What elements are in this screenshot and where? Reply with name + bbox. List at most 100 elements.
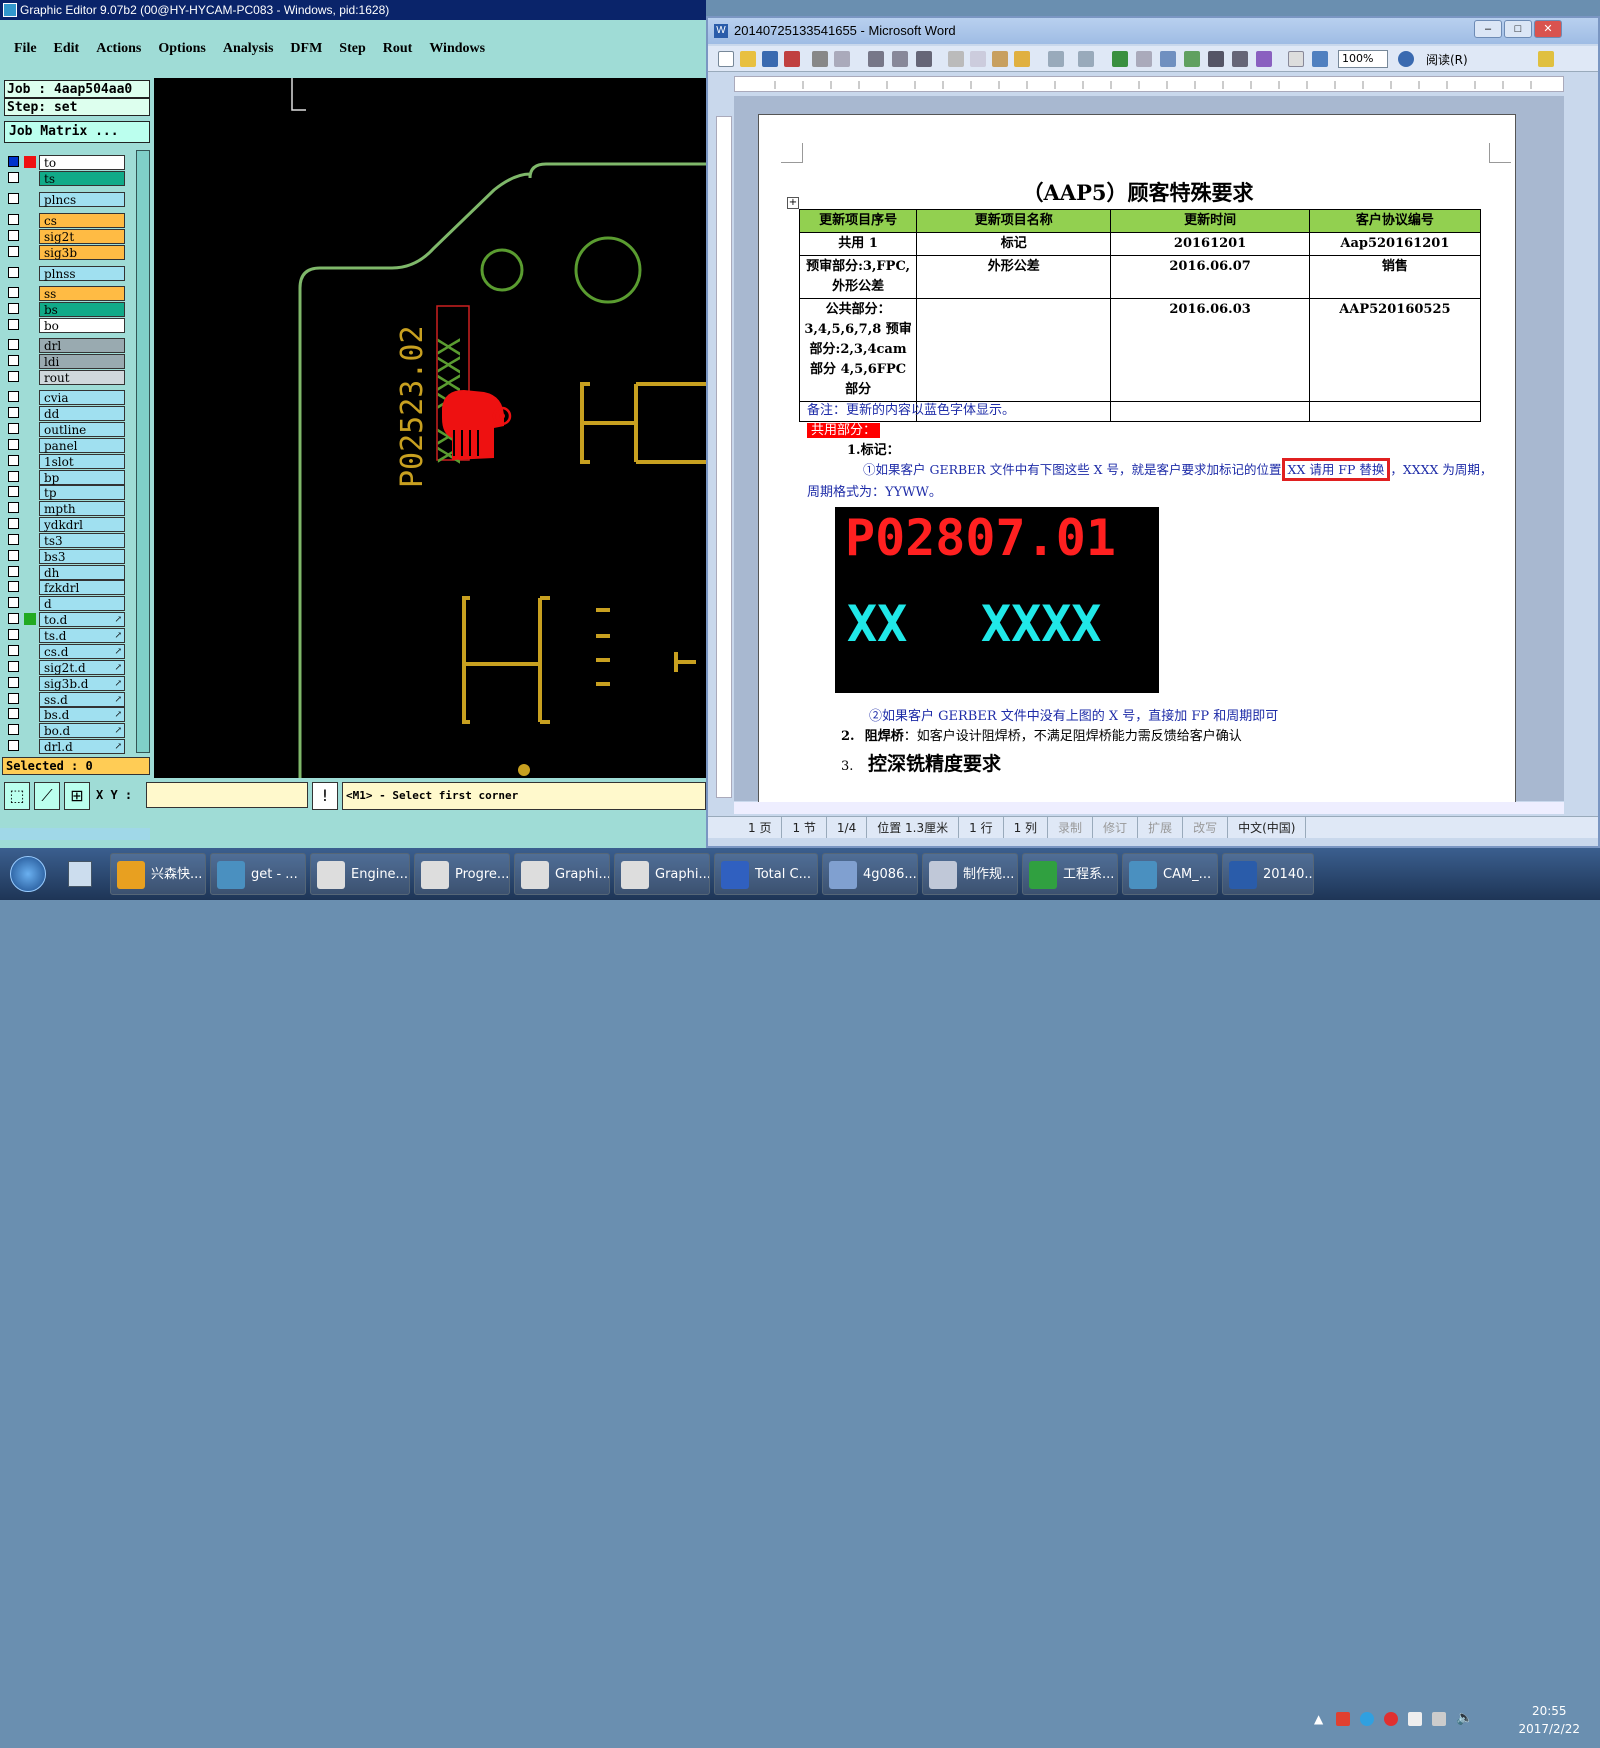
- layer-checkbox[interactable]: [8, 156, 19, 167]
- layer-name[interactable]: drl.d ↗: [39, 739, 125, 754]
- layer-checkbox[interactable]: [8, 407, 19, 418]
- layer-row[interactable]: d: [4, 596, 126, 611]
- layer-name[interactable]: dh: [39, 565, 125, 580]
- menu-windows[interactable]: Windows: [429, 41, 485, 57]
- menu-step[interactable]: Step: [339, 41, 365, 57]
- redo-icon[interactable]: [1078, 51, 1094, 67]
- menu-edit[interactable]: Edit: [54, 41, 80, 57]
- taskbar-task[interactable]: Graphi...: [614, 853, 710, 895]
- layer-name[interactable]: tp: [39, 485, 125, 500]
- taskbar-task[interactable]: 工程系...: [1022, 853, 1118, 895]
- show-hide-icon[interactable]: [1288, 51, 1304, 67]
- tray-expand-icon[interactable]: ▲: [1314, 1712, 1323, 1726]
- layer-checkbox[interactable]: [8, 693, 19, 704]
- layer-row[interactable]: bo: [4, 318, 126, 333]
- print-icon[interactable]: [812, 51, 828, 67]
- info-icon[interactable]: !: [312, 782, 338, 810]
- layer-checkbox[interactable]: [8, 645, 19, 656]
- layer-name[interactable]: outline: [39, 422, 125, 437]
- layer-row[interactable]: 1slot: [4, 454, 126, 469]
- layer-name[interactable]: bo: [39, 318, 125, 333]
- layer-row[interactable]: ldi: [4, 354, 126, 369]
- layer-checkbox[interactable]: [8, 708, 19, 719]
- layer-row[interactable]: sig3b.d ↗: [4, 676, 126, 691]
- layer-name[interactable]: ts.d ↗: [39, 628, 125, 643]
- layer-row[interactable]: to: [4, 155, 126, 170]
- layer-name[interactable]: 1slot: [39, 454, 125, 469]
- permission-icon[interactable]: [784, 51, 800, 67]
- layer-checkbox[interactable]: [8, 661, 19, 672]
- convert-icon[interactable]: [868, 51, 884, 67]
- layer-name[interactable]: mpth: [39, 501, 125, 516]
- taskbar-task[interactable]: Engine...: [310, 853, 410, 895]
- layer-row[interactable]: panel: [4, 438, 126, 453]
- layer-name[interactable]: bs: [39, 302, 125, 317]
- layer-checkbox[interactable]: [8, 303, 19, 314]
- status-track[interactable]: 修订: [1093, 817, 1139, 838]
- layer-name[interactable]: dd: [39, 406, 125, 421]
- layer-row[interactable]: rout: [4, 370, 126, 385]
- layer-row[interactable]: ts: [4, 171, 126, 186]
- layer-row[interactable]: ss.d ↗: [4, 692, 126, 707]
- layer-name[interactable]: cvia: [39, 390, 125, 405]
- close-button[interactable]: ✕: [1534, 20, 1562, 38]
- undo-icon[interactable]: [1048, 51, 1064, 67]
- layer-row[interactable]: bo.d ↗: [4, 723, 126, 738]
- layer-name[interactable]: sig3b: [39, 245, 125, 260]
- layer-checkbox[interactable]: [8, 172, 19, 183]
- drawing-icon[interactable]: [1232, 51, 1248, 67]
- document-page[interactable]: （AAP5）顾客特殊要求 + 更新项目序号 更新项目名称 更新时间 客户协议编号…: [758, 114, 1516, 804]
- layer-row[interactable]: bs: [4, 302, 126, 317]
- insert-table-icon[interactable]: [1160, 51, 1176, 67]
- taskbar-task[interactable]: CAM_...: [1122, 853, 1218, 895]
- layer-checkbox[interactable]: [8, 267, 19, 278]
- layer-checkbox[interactable]: [8, 319, 19, 330]
- layer-checkbox[interactable]: [8, 193, 19, 204]
- layer-row[interactable]: cvia: [4, 390, 126, 405]
- menu-actions[interactable]: Actions: [96, 41, 141, 57]
- research-icon[interactable]: [916, 51, 932, 67]
- layer-name[interactable]: drl: [39, 338, 125, 353]
- maximize-button[interactable]: □: [1504, 20, 1532, 38]
- layer-checkbox[interactable]: [8, 246, 19, 257]
- layer-name[interactable]: plncs: [39, 192, 125, 207]
- layer-name[interactable]: panel: [39, 438, 125, 453]
- layer-row[interactable]: drl.d ↗: [4, 739, 126, 754]
- layer-row[interactable]: cs.d ↗: [4, 644, 126, 659]
- open-icon[interactable]: [740, 51, 756, 67]
- taskbar-task[interactable]: 4g086...: [822, 853, 918, 895]
- taskbar-task[interactable]: Graphi...: [514, 853, 610, 895]
- layer-name[interactable]: ldi: [39, 354, 125, 369]
- menu-dfm[interactable]: DFM: [290, 41, 322, 57]
- highlight-icon[interactable]: [1538, 51, 1554, 67]
- layer-row[interactable]: bs3: [4, 549, 126, 564]
- layer-checkbox[interactable]: [8, 371, 19, 382]
- layer-checkbox[interactable]: [8, 455, 19, 466]
- layer-checkbox[interactable]: [8, 597, 19, 608]
- layer-checkbox[interactable]: [8, 724, 19, 735]
- layer-checkbox[interactable]: [8, 740, 19, 751]
- layer-name[interactable]: sig2t: [39, 229, 125, 244]
- horizontal-ruler[interactable]: [734, 76, 1564, 92]
- tray-network-app-icon[interactable]: [1360, 1712, 1374, 1726]
- cut-icon[interactable]: [948, 51, 964, 67]
- layer-row[interactable]: to.d ↗: [4, 612, 126, 627]
- layer-name[interactable]: ydkdrl: [39, 517, 125, 532]
- zoom-select[interactable]: 100%: [1338, 50, 1388, 68]
- layer-row[interactable]: ts.d ↗: [4, 628, 126, 643]
- layer-name[interactable]: bs.d ↗: [39, 707, 125, 722]
- layer-checkbox[interactable]: [8, 677, 19, 688]
- hyperlink-icon[interactable]: [1112, 51, 1128, 67]
- layer-checkbox[interactable]: [8, 214, 19, 225]
- select-tool-icon[interactable]: ⬚: [4, 782, 30, 810]
- layer-checkbox[interactable]: [8, 339, 19, 350]
- layer-checkbox[interactable]: [8, 502, 19, 513]
- layer-row[interactable]: plnss: [4, 266, 126, 281]
- layer-name[interactable]: rout: [39, 370, 125, 385]
- tray-security-icon[interactable]: [1384, 1712, 1398, 1726]
- layer-name[interactable]: cs.d ↗: [39, 644, 125, 659]
- layer-checkbox[interactable]: [8, 391, 19, 402]
- layer-name[interactable]: to: [39, 155, 125, 170]
- doc-map-icon[interactable]: [1256, 51, 1272, 67]
- horizontal-scrollbar[interactable]: [734, 802, 1564, 814]
